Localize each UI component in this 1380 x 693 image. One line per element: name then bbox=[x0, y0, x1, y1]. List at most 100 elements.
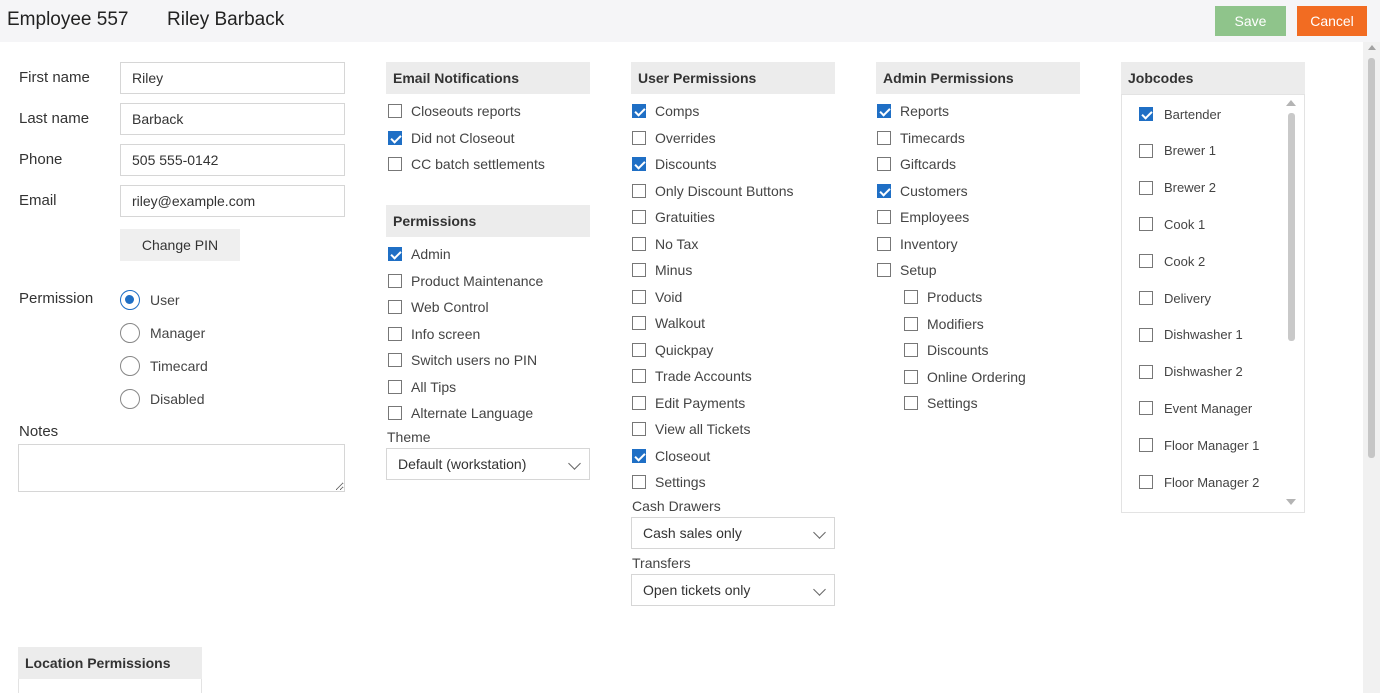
email-cc-batch-settlements-checkbox[interactable] bbox=[388, 157, 402, 171]
jobcode-dishwasher-1-checkbox-row[interactable]: Dishwasher 1 bbox=[1139, 326, 1243, 344]
jobcode-floor-manager-2-checkbox-row[interactable]: Floor Manager 2 bbox=[1139, 473, 1259, 491]
user-edit-payments-checkbox[interactable] bbox=[632, 395, 646, 410]
jobcode-brewer-1-checkbox[interactable] bbox=[1139, 143, 1153, 158]
perm-admin-checkbox-row[interactable]: Admin bbox=[388, 245, 451, 263]
scroll-down-arrow-icon[interactable] bbox=[1286, 499, 1296, 505]
perm-admin-checkbox[interactable] bbox=[388, 247, 402, 261]
user-void-checkbox[interactable] bbox=[632, 289, 646, 304]
jobcode-cook-2-checkbox[interactable] bbox=[1139, 254, 1153, 269]
user-comps-checkbox-row[interactable]: Comps bbox=[632, 102, 699, 120]
page-scrollbar-thumb[interactable] bbox=[1368, 58, 1375, 458]
jobcode-cook-1-checkbox-row[interactable]: Cook 1 bbox=[1139, 215, 1205, 233]
jobcode-cook-2-checkbox-row[interactable]: Cook 2 bbox=[1139, 252, 1205, 270]
admin-inventory-checkbox[interactable] bbox=[877, 236, 891, 251]
permission-radio-manager[interactable]: Manager bbox=[120, 322, 205, 344]
scroll-up-arrow-icon[interactable] bbox=[1286, 100, 1296, 106]
jobcode-dishwasher-2-checkbox-row[interactable]: Dishwasher 2 bbox=[1139, 363, 1243, 381]
setup-products-checkbox-row[interactable]: Products bbox=[904, 288, 982, 306]
admin-setup-checkbox-row[interactable]: Setup bbox=[877, 261, 937, 279]
radio-button[interactable] bbox=[120, 290, 140, 310]
setup-modifiers-checkbox[interactable] bbox=[904, 316, 918, 331]
user-comps-checkbox[interactable] bbox=[632, 104, 646, 118]
user-closeout-checkbox[interactable] bbox=[632, 448, 646, 463]
admin-giftcards-checkbox-row[interactable]: Giftcards bbox=[877, 155, 956, 173]
setup-products-checkbox[interactable] bbox=[904, 290, 918, 304]
jobcode-floor-manager-1-checkbox[interactable] bbox=[1139, 438, 1153, 453]
setup-online-ordering-checkbox[interactable] bbox=[904, 369, 918, 384]
phone-field[interactable] bbox=[120, 144, 345, 176]
admin-customers-checkbox-row[interactable]: Customers bbox=[877, 182, 968, 200]
perm-info-screen-checkbox-row[interactable]: Info screen bbox=[388, 325, 480, 343]
user-quickpay-checkbox[interactable] bbox=[632, 342, 646, 357]
jobcode-bartender-checkbox[interactable] bbox=[1139, 107, 1153, 121]
admin-inventory-checkbox-row[interactable]: Inventory bbox=[877, 235, 958, 253]
perm-alternate-language-checkbox[interactable] bbox=[388, 406, 402, 420]
jobcode-event-manager-checkbox-row[interactable]: Event Manager bbox=[1139, 399, 1252, 417]
jobcode-delivery-checkbox[interactable] bbox=[1139, 291, 1153, 305]
jobcode-floor-manager-1-checkbox-row[interactable]: Floor Manager 1 bbox=[1139, 436, 1259, 454]
user-overrides-checkbox[interactable] bbox=[632, 130, 646, 145]
setup-settings-checkbox-row[interactable]: Settings bbox=[904, 394, 978, 412]
notes-textarea[interactable] bbox=[18, 444, 345, 492]
user-closeout-checkbox-row[interactable]: Closeout bbox=[632, 447, 710, 465]
user-minus-checkbox[interactable] bbox=[632, 263, 646, 277]
cash-drawers-select[interactable]: Cash sales only bbox=[631, 517, 835, 549]
user-no-tax-checkbox-row[interactable]: No Tax bbox=[632, 235, 698, 253]
radio-button[interactable] bbox=[120, 389, 140, 409]
permission-radio-timecard[interactable]: Timecard bbox=[120, 355, 208, 377]
jobcode-cook-1-checkbox[interactable] bbox=[1139, 217, 1153, 232]
jobcodes-list[interactable]: Bartender Brewer 1 Brewer 2 Cook 1 Cook 2 Del… bbox=[1121, 94, 1305, 513]
admin-giftcards-checkbox[interactable] bbox=[877, 157, 891, 171]
user-void-checkbox-row[interactable]: Void bbox=[632, 288, 682, 306]
permission-radio-disabled[interactable]: Disabled bbox=[120, 388, 204, 410]
page-scroll-up-icon[interactable] bbox=[1368, 45, 1376, 50]
setup-online-ordering-checkbox-row[interactable]: Online Ordering bbox=[904, 368, 1026, 386]
user-edit-payments-checkbox-row[interactable]: Edit Payments bbox=[632, 394, 745, 412]
user-overrides-checkbox-row[interactable]: Overrides bbox=[632, 129, 716, 147]
perm-alternate-language-checkbox-row[interactable]: Alternate Language bbox=[388, 404, 533, 422]
admin-customers-checkbox[interactable] bbox=[877, 183, 891, 198]
user-quickpay-checkbox-row[interactable]: Quickpay bbox=[632, 341, 713, 359]
user-gratuities-checkbox[interactable] bbox=[632, 210, 646, 224]
cancel-button[interactable]: Cancel bbox=[1297, 6, 1367, 36]
admin-timecards-checkbox-row[interactable]: Timecards bbox=[877, 129, 965, 147]
user-only-discount-buttons-checkbox[interactable] bbox=[632, 183, 646, 198]
setup-discounts-checkbox-row[interactable]: Discounts bbox=[904, 341, 988, 359]
user-minus-checkbox-row[interactable]: Minus bbox=[632, 261, 692, 279]
email-cc-batch-settlements-checkbox-row[interactable]: CC batch settlements bbox=[388, 155, 545, 173]
perm-web-control-checkbox[interactable] bbox=[388, 300, 402, 314]
first-name-field[interactable] bbox=[120, 62, 345, 94]
admin-employees-checkbox[interactable] bbox=[877, 210, 891, 224]
save-button[interactable]: Save bbox=[1215, 6, 1286, 36]
setup-modifiers-checkbox-row[interactable]: Modifiers bbox=[904, 315, 984, 333]
email-did-not-closeout-checkbox-row[interactable]: Did not Closeout bbox=[388, 129, 515, 147]
email-did-not-closeout-checkbox[interactable] bbox=[388, 130, 402, 145]
jobcode-brewer-2-checkbox-row[interactable]: Brewer 2 bbox=[1139, 179, 1216, 197]
jobcode-dishwasher-2-checkbox[interactable] bbox=[1139, 364, 1153, 379]
user-walkout-checkbox-row[interactable]: Walkout bbox=[632, 314, 705, 332]
jobcode-delivery-checkbox-row[interactable]: Delivery bbox=[1139, 289, 1211, 307]
user-discounts-checkbox[interactable] bbox=[632, 157, 646, 171]
user-only-discount-buttons-checkbox-row[interactable]: Only Discount Buttons bbox=[632, 182, 794, 200]
jobcode-brewer-2-checkbox[interactable] bbox=[1139, 180, 1153, 195]
user-no-tax-checkbox[interactable] bbox=[632, 236, 646, 251]
email-field[interactable] bbox=[120, 185, 345, 217]
user-trade-accounts-checkbox[interactable] bbox=[632, 369, 646, 383]
permission-radio-user[interactable]: User bbox=[120, 289, 180, 311]
admin-reports-checkbox[interactable] bbox=[877, 104, 891, 118]
user-trade-accounts-checkbox-row[interactable]: Trade Accounts bbox=[632, 367, 752, 385]
jobcode-bartender-checkbox-row[interactable]: Bartender bbox=[1139, 105, 1221, 123]
theme-select[interactable]: Default (workstation) bbox=[386, 448, 590, 480]
radio-button[interactable] bbox=[120, 323, 140, 343]
transfers-select[interactable]: Open tickets only bbox=[631, 574, 835, 606]
user-settings-checkbox[interactable] bbox=[632, 475, 646, 489]
radio-button[interactable] bbox=[120, 356, 140, 376]
admin-setup-checkbox[interactable] bbox=[877, 263, 891, 277]
admin-reports-checkbox-row[interactable]: Reports bbox=[877, 102, 949, 120]
perm-all-tips-checkbox-row[interactable]: All Tips bbox=[388, 378, 456, 396]
jobcode-brewer-1-checkbox-row[interactable]: Brewer 1 bbox=[1139, 142, 1216, 160]
admin-employees-checkbox-row[interactable]: Employees bbox=[877, 208, 969, 226]
perm-product-maintenance-checkbox-row[interactable]: Product Maintenance bbox=[388, 272, 543, 290]
perm-switch-users-no-pin-checkbox[interactable] bbox=[388, 353, 402, 367]
perm-product-maintenance-checkbox[interactable] bbox=[388, 273, 402, 288]
